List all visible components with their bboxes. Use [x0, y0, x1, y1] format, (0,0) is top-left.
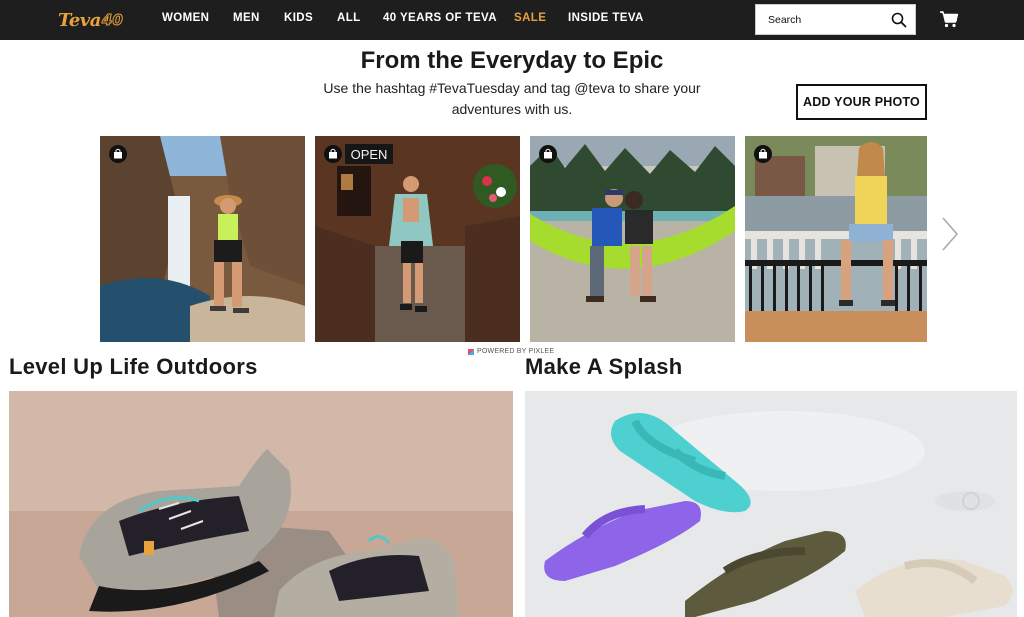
shop-product-badge[interactable]: [324, 145, 342, 163]
logo-anniversary-badge: 40: [101, 11, 123, 30]
search-icon[interactable]: [891, 12, 907, 28]
nav-kids[interactable]: KIDS: [284, 12, 313, 24]
ugc-photo-open-sign[interactable]: OPEN: [315, 136, 520, 342]
nav-men[interactable]: MEN: [233, 12, 260, 24]
search-input[interactable]: [756, 5, 886, 34]
shopping-bag-icon: [759, 148, 767, 159]
ugc-photo-image: OPEN: [315, 136, 520, 342]
promo-image-level-up-outdoors[interactable]: [9, 391, 513, 617]
shopping-bag-icon: [544, 148, 552, 159]
nav-sale[interactable]: SALE: [514, 12, 546, 24]
nav-inside-teva[interactable]: INSIDE TEVA: [568, 12, 644, 24]
nav-women[interactable]: WOMEN: [162, 12, 209, 24]
ugc-section-title: From the Everyday to Epic: [360, 47, 664, 74]
teva-logo[interactable]: Teva 40: [58, 9, 123, 31]
shop-product-badge[interactable]: [754, 145, 772, 163]
carousel-next-arrow-icon[interactable]: [938, 215, 962, 253]
ugc-photo-image: [745, 136, 927, 342]
nav-all[interactable]: ALL: [337, 12, 361, 24]
section-title-make-a-splash[interactable]: Make A Splash: [525, 354, 683, 380]
ugc-photo-railing[interactable]: [745, 136, 927, 342]
cart-icon[interactable]: [939, 10, 959, 28]
ugc-photo-hammock[interactable]: [530, 136, 735, 342]
top-navigation-bar: Teva 40 WOMEN MEN KIDS ALL 40 YEARS OF T…: [0, 0, 1024, 40]
shopping-bag-icon: [329, 148, 337, 159]
shop-product-badge[interactable]: [539, 145, 557, 163]
shop-product-badge[interactable]: [109, 145, 127, 163]
nav-40-years-of-teva[interactable]: 40 YEARS OF TEVA: [383, 12, 497, 24]
ugc-section-subtitle: Use the hashtag #TevaTuesday and tag @te…: [323, 80, 701, 117]
open-sign-text: OPEN: [351, 147, 388, 162]
section-title-level-up[interactable]: Level Up Life Outdoors: [9, 354, 258, 380]
add-your-photo-button[interactable]: ADD YOUR PHOTO: [796, 84, 927, 120]
ugc-photo-image: [100, 136, 305, 342]
promo-image-make-a-splash[interactable]: [525, 391, 1017, 617]
sandals-image: [525, 391, 1017, 617]
ugc-photo-image: [530, 136, 735, 342]
ugc-photo-waterfall[interactable]: [100, 136, 305, 342]
shopping-bag-icon: [114, 148, 122, 159]
pixlee-logo-icon: [468, 348, 474, 355]
hiking-shoe-image: [9, 391, 513, 617]
logo-text: Teva: [58, 9, 101, 31]
search-box: [755, 4, 916, 35]
